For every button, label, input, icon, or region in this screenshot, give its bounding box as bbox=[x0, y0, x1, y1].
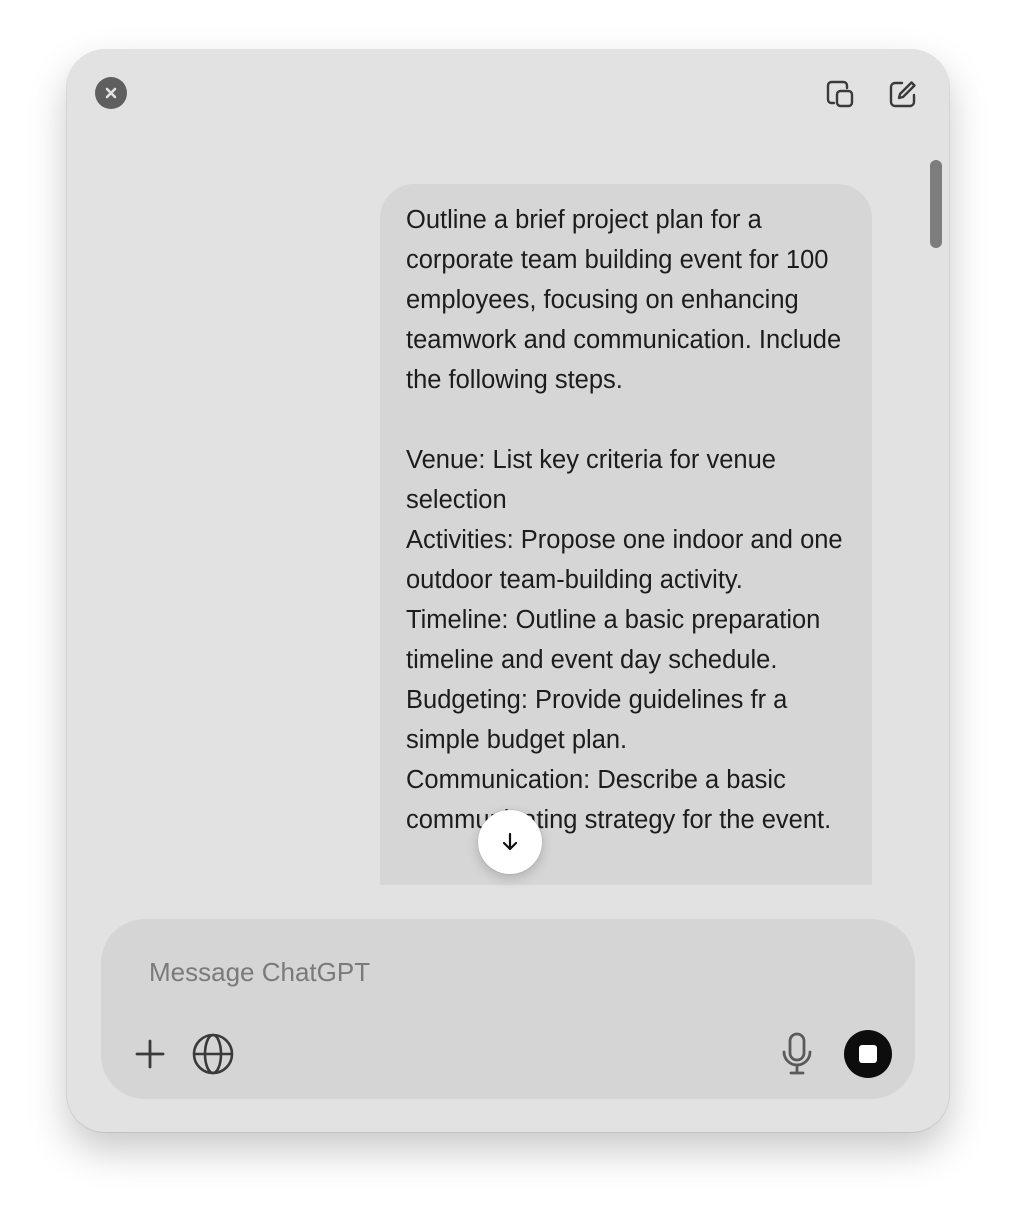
plus-icon bbox=[135, 1039, 165, 1069]
close-icon bbox=[105, 87, 117, 99]
stop-icon bbox=[859, 1045, 877, 1063]
chatgpt-mini-window: Outline a brief project plan for a corpo… bbox=[67, 50, 949, 1132]
popout-window-icon bbox=[826, 80, 854, 108]
user-message-bubble: Outline a brief project plan for a corpo… bbox=[380, 184, 872, 885]
scrollbar-thumb[interactable] bbox=[930, 160, 942, 248]
voice-input-button[interactable] bbox=[777, 1030, 817, 1078]
microphone-icon bbox=[782, 1032, 812, 1075]
scroll-to-bottom-button[interactable] bbox=[478, 810, 542, 874]
new-chat-button[interactable] bbox=[885, 76, 921, 112]
message-input[interactable] bbox=[147, 949, 751, 995]
conversation-area[interactable]: Outline a brief project plan for a corpo… bbox=[67, 160, 949, 885]
arrow-down-icon bbox=[502, 832, 518, 851]
popout-button[interactable] bbox=[822, 76, 858, 112]
close-button[interactable] bbox=[95, 77, 127, 109]
attach-button[interactable] bbox=[131, 1035, 169, 1073]
stop-generating-button[interactable] bbox=[844, 1030, 892, 1078]
globe-icon bbox=[192, 1033, 234, 1075]
new-chat-icon bbox=[889, 81, 916, 108]
search-web-button[interactable] bbox=[191, 1032, 235, 1076]
message-composer bbox=[101, 919, 915, 1099]
